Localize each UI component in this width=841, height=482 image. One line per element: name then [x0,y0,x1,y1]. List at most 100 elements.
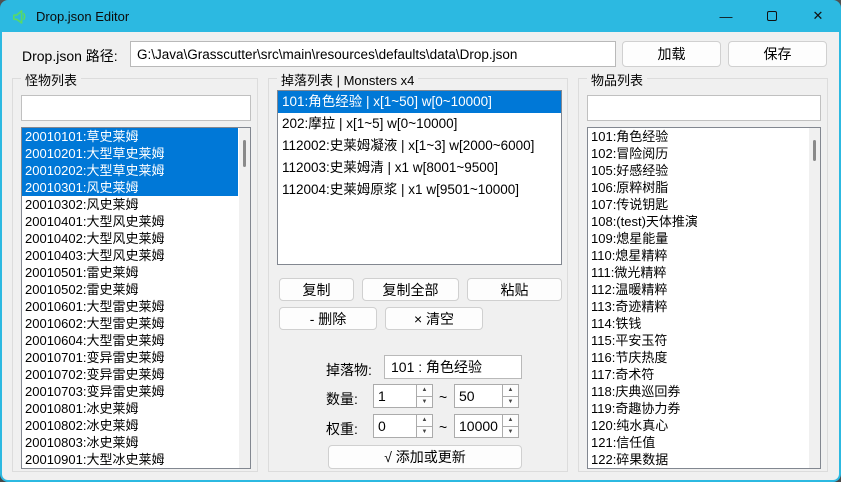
megaphone-icon [11,8,28,25]
list-item[interactable]: 112004:史莱姆原浆 | x1 w[9501~10000] [278,179,561,201]
path-label: Drop.json 路径: [22,46,118,66]
weight-label: 权重: [326,419,358,439]
list-item[interactable]: 20010502:雷史莱姆 [22,281,238,298]
list-item[interactable]: 20010403:大型风史莱姆 [22,247,238,264]
paste-button[interactable]: 粘贴 [467,278,562,301]
spin-up-icon[interactable]: ▲ [503,415,518,427]
list-item[interactable]: 112:温暖精粹 [588,281,808,298]
list-item[interactable]: 20010701:变异雷史莱姆 [22,349,238,366]
spin-up-icon[interactable]: ▲ [417,385,432,397]
titlebar: Drop.json Editor — ✕ [0,0,841,32]
list-item[interactable]: 20010201:大型草史莱姆 [22,145,238,162]
scrollbar-thumb[interactable] [243,140,246,167]
list-item[interactable]: 116:节庆热度 [588,349,808,366]
list-item[interactable]: 120:纯水真心 [588,417,808,434]
main-content: Drop.json 路径: 加载 保存 怪物列表 20010101:草史莱姆20… [2,32,839,480]
close-button[interactable]: ✕ [795,0,841,32]
list-item[interactable]: 115:平安玉符 [588,332,808,349]
range-tilde: ~ [439,389,447,405]
drop-item-label: 掉落物: [326,360,372,380]
list-item[interactable]: 20010601:大型雷史莱姆 [22,298,238,315]
monster-list-scrollbar[interactable] [239,128,250,468]
list-item[interactable]: 121:信任值 [588,434,808,451]
item-list[interactable]: 101:角色经验102:冒险阅历105:好感经验106:原粹树脂107:传说钥匙… [587,127,821,469]
list-item[interactable]: 122:碎果数据 [588,451,808,468]
list-item[interactable]: 114:铁钱 [588,315,808,332]
weight-min-input[interactable] [374,415,416,437]
items-groupbox: 物品列表 101:角色经验102:冒险阅历105:好感经验106:原粹树脂107… [578,78,828,472]
list-item[interactable]: 112003:史莱姆清 | x1 w[8001~9500] [278,157,561,179]
maximize-icon [767,11,777,21]
list-item[interactable]: 20010501:雷史莱姆 [22,264,238,281]
weight-min-spinner: ▲ ▼ [373,414,433,438]
scrollbar-thumb[interactable] [813,140,816,161]
save-button[interactable]: 保存 [728,41,827,67]
list-item[interactable]: 20010703:变异雷史莱姆 [22,383,238,400]
monsters-title: 怪物列表 [21,70,81,89]
list-item[interactable]: 20010301:风史莱姆 [22,179,238,196]
item-search-input[interactable] [587,95,821,121]
list-item[interactable]: 20010401:大型风史莱姆 [22,213,238,230]
spin-up-icon[interactable]: ▲ [503,385,518,397]
delete-button[interactable]: - 删除 [279,307,377,330]
drops-title: 掉落列表 | Monsters x4 [277,70,418,89]
list-item[interactable]: 20010302:风史莱姆 [22,196,238,213]
range-tilde: ~ [439,419,447,435]
list-item[interactable]: 106:原粹树脂 [588,179,808,196]
copy-all-button[interactable]: 复制全部 [362,278,459,301]
minimize-button[interactable]: — [703,0,749,32]
list-item[interactable]: 118:庆典巡回券 [588,383,808,400]
list-item[interactable]: 202:摩拉 | x[1~5] w[0~10000] [278,113,561,135]
list-item[interactable]: 20010202:大型草史莱姆 [22,162,238,179]
list-item[interactable]: 20010801:冰史莱姆 [22,400,238,417]
list-item[interactable]: 20010802:冰史莱姆 [22,417,238,434]
drop-item-input[interactable] [384,355,522,379]
count-min-spinner: ▲ ▼ [373,384,433,408]
list-item[interactable]: 119:奇趣协力券 [588,400,808,417]
list-item[interactable]: 101:角色经验 [588,128,808,145]
list-item[interactable]: 112002:史莱姆凝液 | x[1~3] w[2000~6000] [278,135,561,157]
list-item[interactable]: 20010101:草史莱姆 [22,128,238,145]
list-item[interactable]: 109:熄星能量 [588,230,808,247]
count-min-input[interactable] [374,385,416,407]
weight-max-input[interactable] [455,415,502,437]
drop-list[interactable]: 101:角色经验 | x[1~50] w[0~10000]202:摩拉 | x[… [277,90,562,265]
count-max-spinner: ▲ ▼ [454,384,519,408]
list-item[interactable]: 20010803:冰史莱姆 [22,434,238,451]
maximize-button[interactable] [749,0,795,32]
app-window: Drop.json Editor — ✕ Drop.json 路径: 加载 保存… [0,0,841,482]
spin-down-icon[interactable]: ▼ [503,397,518,408]
monster-search-input[interactable] [21,95,251,121]
spin-down-icon[interactable]: ▼ [417,427,432,438]
list-item[interactable]: 110:熄星精粹 [588,247,808,264]
weight-max-spinner: ▲ ▼ [454,414,519,438]
items-title: 物品列表 [587,70,647,89]
list-item[interactable]: 113:奇迹精粹 [588,298,808,315]
add-update-button[interactable]: √ 添加或更新 [328,445,522,469]
clear-button[interactable]: × 清空 [385,307,483,330]
list-item[interactable]: 20010901:大型冰史莱姆 [22,451,238,468]
list-item[interactable]: 111:微光精粹 [588,264,808,281]
count-label: 数量: [326,389,358,409]
list-item[interactable]: 20010602:大型雷史莱姆 [22,315,238,332]
count-max-input[interactable] [455,385,502,407]
path-input[interactable] [130,41,616,67]
list-item[interactable]: 102:冒险阅历 [588,145,808,162]
list-item[interactable]: 20010402:大型风史莱姆 [22,230,238,247]
list-item[interactable]: 20010702:变异雷史莱姆 [22,366,238,383]
spin-up-icon[interactable]: ▲ [417,415,432,427]
monster-list[interactable]: 20010101:草史莱姆20010201:大型草史莱姆20010202:大型草… [21,127,251,469]
list-item[interactable]: 117:奇术符 [588,366,808,383]
load-button[interactable]: 加载 [622,41,721,67]
spin-down-icon[interactable]: ▼ [503,427,518,438]
copy-button[interactable]: 复制 [279,278,354,301]
spin-down-icon[interactable]: ▼ [417,397,432,408]
list-item[interactable]: 108:(test)天体推演 [588,213,808,230]
item-list-scrollbar[interactable] [809,128,820,468]
list-item[interactable]: 105:好感经验 [588,162,808,179]
list-item[interactable]: 101:角色经验 | x[1~50] w[0~10000] [278,91,561,113]
list-item[interactable]: 20010604:大型雷史莱姆 [22,332,238,349]
window-title: Drop.json Editor [36,9,129,24]
list-item[interactable]: 107:传说钥匙 [588,196,808,213]
monsters-groupbox: 怪物列表 20010101:草史莱姆20010201:大型草史莱姆2001020… [12,78,258,472]
